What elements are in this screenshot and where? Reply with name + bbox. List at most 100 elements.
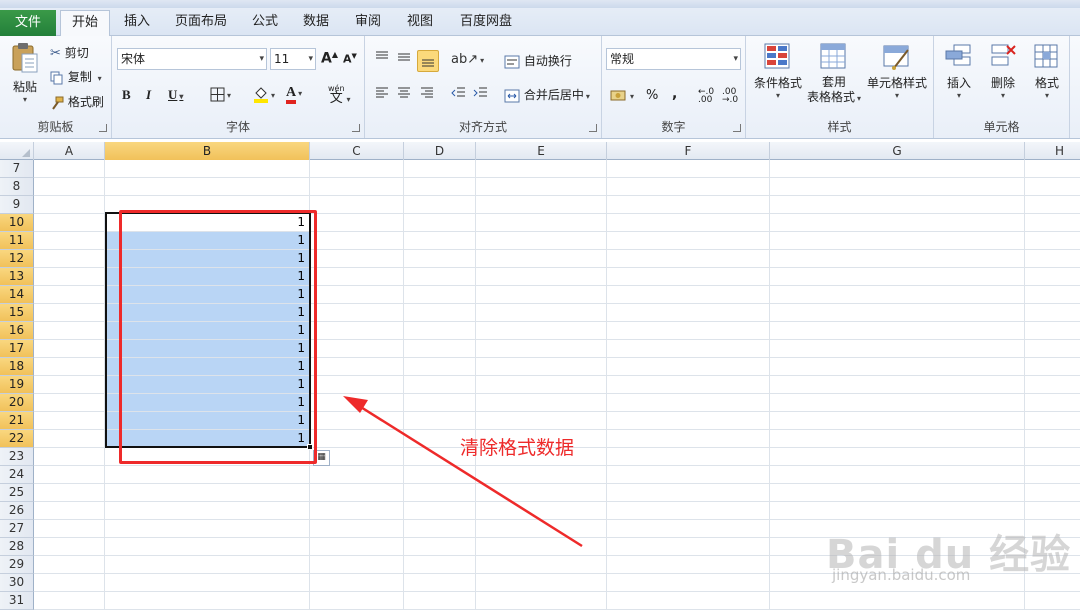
cell-f[interactable]	[607, 232, 770, 250]
cell-b[interactable]: 1	[105, 232, 310, 250]
cell-c[interactable]	[310, 268, 404, 286]
cell-g[interactable]	[770, 250, 1025, 268]
tab-formulas[interactable]: 公式	[244, 10, 286, 36]
chevron-down-icon[interactable]: ▾	[271, 91, 275, 100]
cell-a[interactable]	[34, 232, 105, 250]
cell-e[interactable]	[476, 322, 607, 340]
cell-h[interactable]	[1025, 304, 1080, 322]
cell-b[interactable]	[105, 466, 310, 484]
cell-c[interactable]	[310, 502, 404, 520]
cell-b[interactable]	[105, 178, 310, 196]
cell-b[interactable]	[105, 520, 310, 538]
chevron-down-icon[interactable]: ▾	[347, 95, 351, 104]
chevron-down-icon[interactable]: ▾	[1026, 91, 1068, 100]
cell-c[interactable]	[310, 538, 404, 556]
cell-c[interactable]	[310, 376, 404, 394]
cell-c[interactable]	[310, 178, 404, 196]
column-header-f[interactable]: F	[607, 142, 770, 160]
cell-f[interactable]	[607, 376, 770, 394]
cell-a[interactable]	[34, 394, 105, 412]
cell-f[interactable]	[607, 574, 770, 592]
row-header[interactable]: 27	[0, 520, 34, 538]
cell-f[interactable]	[607, 394, 770, 412]
cell-h[interactable]	[1025, 358, 1080, 376]
cell-g[interactable]	[770, 232, 1025, 250]
row-header[interactable]: 18	[0, 358, 34, 376]
row-header[interactable]: 20	[0, 394, 34, 412]
cell-a[interactable]	[34, 376, 105, 394]
cell-d[interactable]	[404, 214, 476, 232]
align-middle-icon[interactable]	[396, 50, 412, 67]
cut-button[interactable]: ✂ 剪切	[50, 44, 89, 61]
align-bottom-icon[interactable]	[417, 50, 439, 72]
cell-f[interactable]	[607, 412, 770, 430]
cell-h[interactable]	[1025, 160, 1080, 178]
cell-d[interactable]	[404, 556, 476, 574]
copy-dropdown-icon[interactable]: ▾	[98, 74, 102, 83]
font-name-combo[interactable]: 宋体 ▾	[117, 48, 267, 70]
row-header[interactable]: 21	[0, 412, 34, 430]
column-header-d[interactable]: D	[404, 142, 476, 160]
cell-f[interactable]	[607, 196, 770, 214]
row-header[interactable]: 17	[0, 340, 34, 358]
cell-g[interactable]	[770, 484, 1025, 502]
cell-h[interactable]	[1025, 250, 1080, 268]
cell-e[interactable]	[476, 466, 607, 484]
cell-h[interactable]	[1025, 214, 1080, 232]
cell-f[interactable]	[607, 178, 770, 196]
cell-g[interactable]	[770, 412, 1025, 430]
row-header[interactable]: 22	[0, 430, 34, 448]
cell-d[interactable]	[404, 232, 476, 250]
cell-g[interactable]	[770, 430, 1025, 448]
accounting-format-button[interactable]: ▾	[610, 88, 634, 103]
paste-options-icon[interactable]: ▦	[313, 450, 330, 466]
column-header-a[interactable]: A	[34, 142, 105, 160]
cell-d[interactable]	[404, 592, 476, 610]
cell-c[interactable]	[310, 286, 404, 304]
increase-decimal-icon[interactable]: ←.0.00	[698, 88, 714, 105]
cell-e[interactable]	[476, 574, 607, 592]
cell-c[interactable]	[310, 466, 404, 484]
cell-h[interactable]	[1025, 322, 1080, 340]
cell-g[interactable]	[770, 322, 1025, 340]
cell-h[interactable]	[1025, 592, 1080, 610]
chevron-down-icon[interactable]: ▾	[982, 91, 1024, 100]
cell-d[interactable]	[404, 178, 476, 196]
paste-button[interactable]: 粘贴 ▾	[6, 42, 44, 104]
align-left-icon[interactable]	[374, 86, 390, 103]
tab-review[interactable]: 审阅	[346, 10, 390, 36]
cell-d[interactable]	[404, 376, 476, 394]
orientation-icon[interactable]: ab↗ ▾	[451, 52, 484, 67]
cell-h[interactable]	[1025, 268, 1080, 286]
chevron-down-icon[interactable]: ▾	[298, 89, 302, 98]
cell-a[interactable]	[34, 250, 105, 268]
cell-c[interactable]	[310, 250, 404, 268]
cell-g[interactable]	[770, 394, 1025, 412]
cell-f[interactable]	[607, 592, 770, 610]
comma-button[interactable]: ,	[672, 86, 677, 102]
cell-f[interactable]	[607, 304, 770, 322]
cell-e[interactable]	[476, 178, 607, 196]
cell-b[interactable]: 1	[105, 250, 310, 268]
cell-e[interactable]	[476, 268, 607, 286]
cell-d[interactable]	[404, 286, 476, 304]
cell-h[interactable]	[1025, 232, 1080, 250]
cell-f[interactable]	[607, 448, 770, 466]
font-size-combo[interactable]: 11 ▾	[270, 48, 316, 70]
cell-h[interactable]	[1025, 430, 1080, 448]
row-header[interactable]: 23	[0, 448, 34, 466]
cell-g[interactable]	[770, 214, 1025, 232]
chevron-down-icon[interactable]: ▾	[259, 49, 264, 69]
cell-c[interactable]	[310, 322, 404, 340]
row-header[interactable]: 14	[0, 286, 34, 304]
cell-a[interactable]	[34, 574, 105, 592]
cell-styles-button[interactable]: 单元格样式 ▾	[864, 42, 930, 100]
cell-g[interactable]	[770, 196, 1025, 214]
clipboard-launcher-icon[interactable]	[99, 124, 107, 132]
cell-g[interactable]	[770, 340, 1025, 358]
cell-c[interactable]	[310, 484, 404, 502]
alignment-launcher-icon[interactable]	[589, 124, 597, 132]
row-header[interactable]: 19	[0, 376, 34, 394]
cell-c[interactable]	[310, 304, 404, 322]
chevron-down-icon[interactable]: ▾	[938, 91, 980, 100]
